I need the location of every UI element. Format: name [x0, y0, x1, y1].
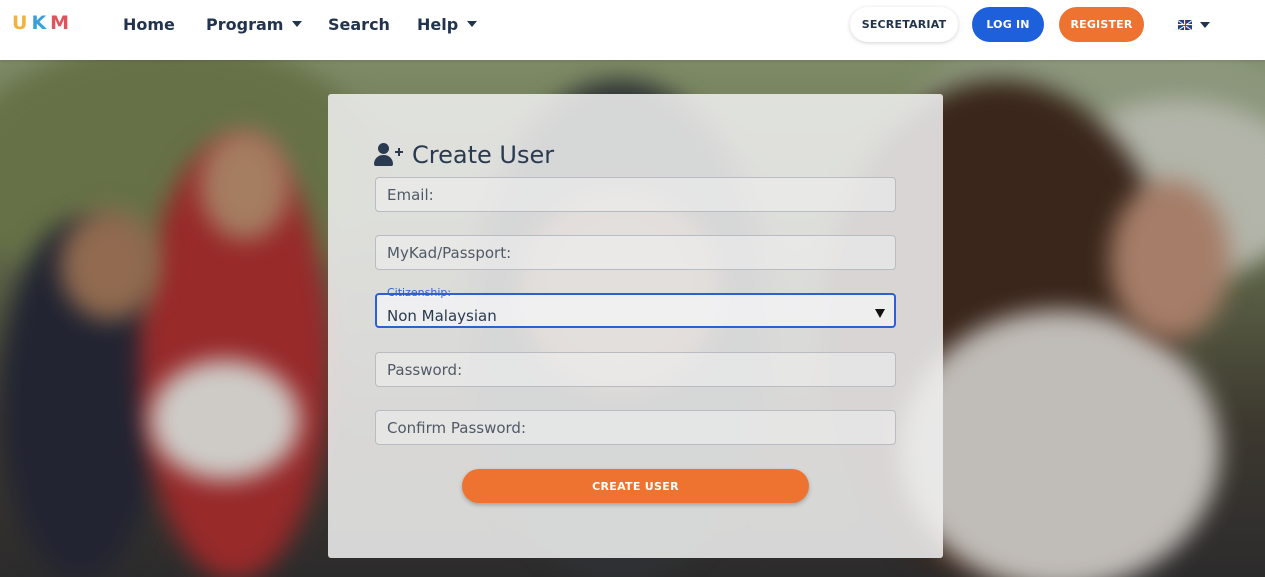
ukm-logo[interactable]: U K M [12, 12, 73, 36]
mykad-field-wrapper [375, 235, 896, 270]
chevron-down-icon [467, 20, 478, 27]
chevron-down-icon [1200, 22, 1210, 28]
create-user-button[interactable]: CREATE USER [462, 469, 809, 503]
password-field[interactable] [387, 353, 895, 386]
login-label: LOG IN [986, 18, 1030, 31]
secretariat-button[interactable]: SECRETARIAT [850, 7, 958, 42]
confirm-password-field[interactable] [387, 411, 895, 444]
login-button[interactable]: LOG IN [972, 7, 1044, 42]
nav-program-dropdown[interactable]: Program [206, 14, 303, 36]
language-selector[interactable] [1178, 17, 1214, 33]
citizenship-label: Citizenship: [384, 287, 455, 299]
email-field-wrapper [375, 177, 896, 212]
secretariat-label: SECRETARIAT [861, 18, 947, 31]
nav-home-link[interactable]: Home [123, 14, 175, 36]
chevron-down-icon [292, 20, 303, 27]
confirm-password-field-wrapper [375, 410, 896, 445]
logo-letter-u: U [12, 12, 32, 34]
password-field-wrapper [375, 352, 896, 387]
nav-home-label: Home [123, 15, 175, 34]
mykad-passport-field[interactable] [387, 236, 895, 269]
create-user-title: Create User [412, 141, 555, 169]
register-button[interactable]: REGISTER [1059, 7, 1144, 42]
nav-help-label: Help [417, 15, 459, 34]
create-user-heading: Create User [374, 140, 554, 170]
nav-search-link[interactable]: Search [328, 14, 390, 36]
top-navbar: U K M Home Program Search Help SECRETARI… [0, 0, 1265, 60]
nav-program-label: Program [206, 15, 284, 34]
user-plus-icon [374, 142, 404, 168]
register-label: REGISTER [1070, 18, 1133, 31]
uk-flag-icon [1178, 20, 1192, 30]
dropdown-arrow-icon [875, 309, 885, 318]
citizenship-select[interactable]: Citizenship: Non Malaysian [375, 287, 896, 328]
create-user-button-label: CREATE USER [592, 479, 679, 493]
create-user-card: Create User Citizenship: Non Malaysian C… [328, 94, 943, 558]
citizenship-value: Non Malaysian [387, 306, 497, 325]
logo-letter-k: K [31, 12, 51, 34]
logo-letter-m: M [50, 12, 74, 34]
nav-search-label: Search [328, 15, 390, 34]
email-field[interactable] [387, 178, 895, 211]
nav-help-dropdown[interactable]: Help [417, 14, 478, 36]
